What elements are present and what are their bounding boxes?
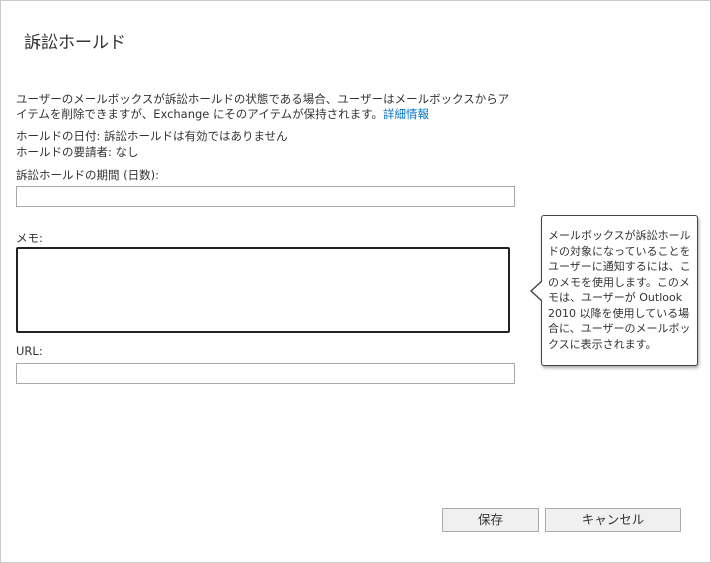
duration-input[interactable] [16, 186, 515, 207]
url-label: URL: [16, 344, 43, 358]
description-body: ユーザーのメールボックスが訴訟ホールドの状態である場合、ユーザーはメールボックス… [16, 92, 510, 121]
learn-more-link[interactable]: 詳細情報 [383, 107, 429, 121]
save-button[interactable]: 保存 [442, 508, 539, 532]
memo-label: メモ: [16, 231, 43, 245]
hold-requester-text: ホールドの要請者: なし [16, 145, 139, 159]
url-input[interactable] [16, 363, 515, 384]
memo-textarea[interactable] [16, 247, 510, 333]
description-text: ユーザーのメールボックスが訴訟ホールドの状態である場合、ユーザーはメールボックス… [16, 92, 511, 122]
tooltip-arrow-fill [532, 281, 543, 301]
cancel-button[interactable]: キャンセル [545, 508, 681, 532]
memo-tooltip: メールボックスが訴訟ホールドの対象になっていることをユーザーに通知するには、この… [541, 215, 698, 366]
duration-label: 訴訟ホールドの期間 (日数): [16, 168, 160, 182]
litigation-hold-dialog: 訴訟ホールド ユーザーのメールボックスが訴訟ホールドの状態である場合、ユーザーは… [0, 0, 711, 563]
tooltip-text: メールボックスが訴訟ホールドの対象になっていることをユーザーに通知するには、この… [548, 229, 691, 351]
dialog-title: 訴訟ホールド [24, 33, 126, 53]
hold-date-text: ホールドの日付: 訴訟ホールドは有効ではありません [16, 129, 288, 143]
